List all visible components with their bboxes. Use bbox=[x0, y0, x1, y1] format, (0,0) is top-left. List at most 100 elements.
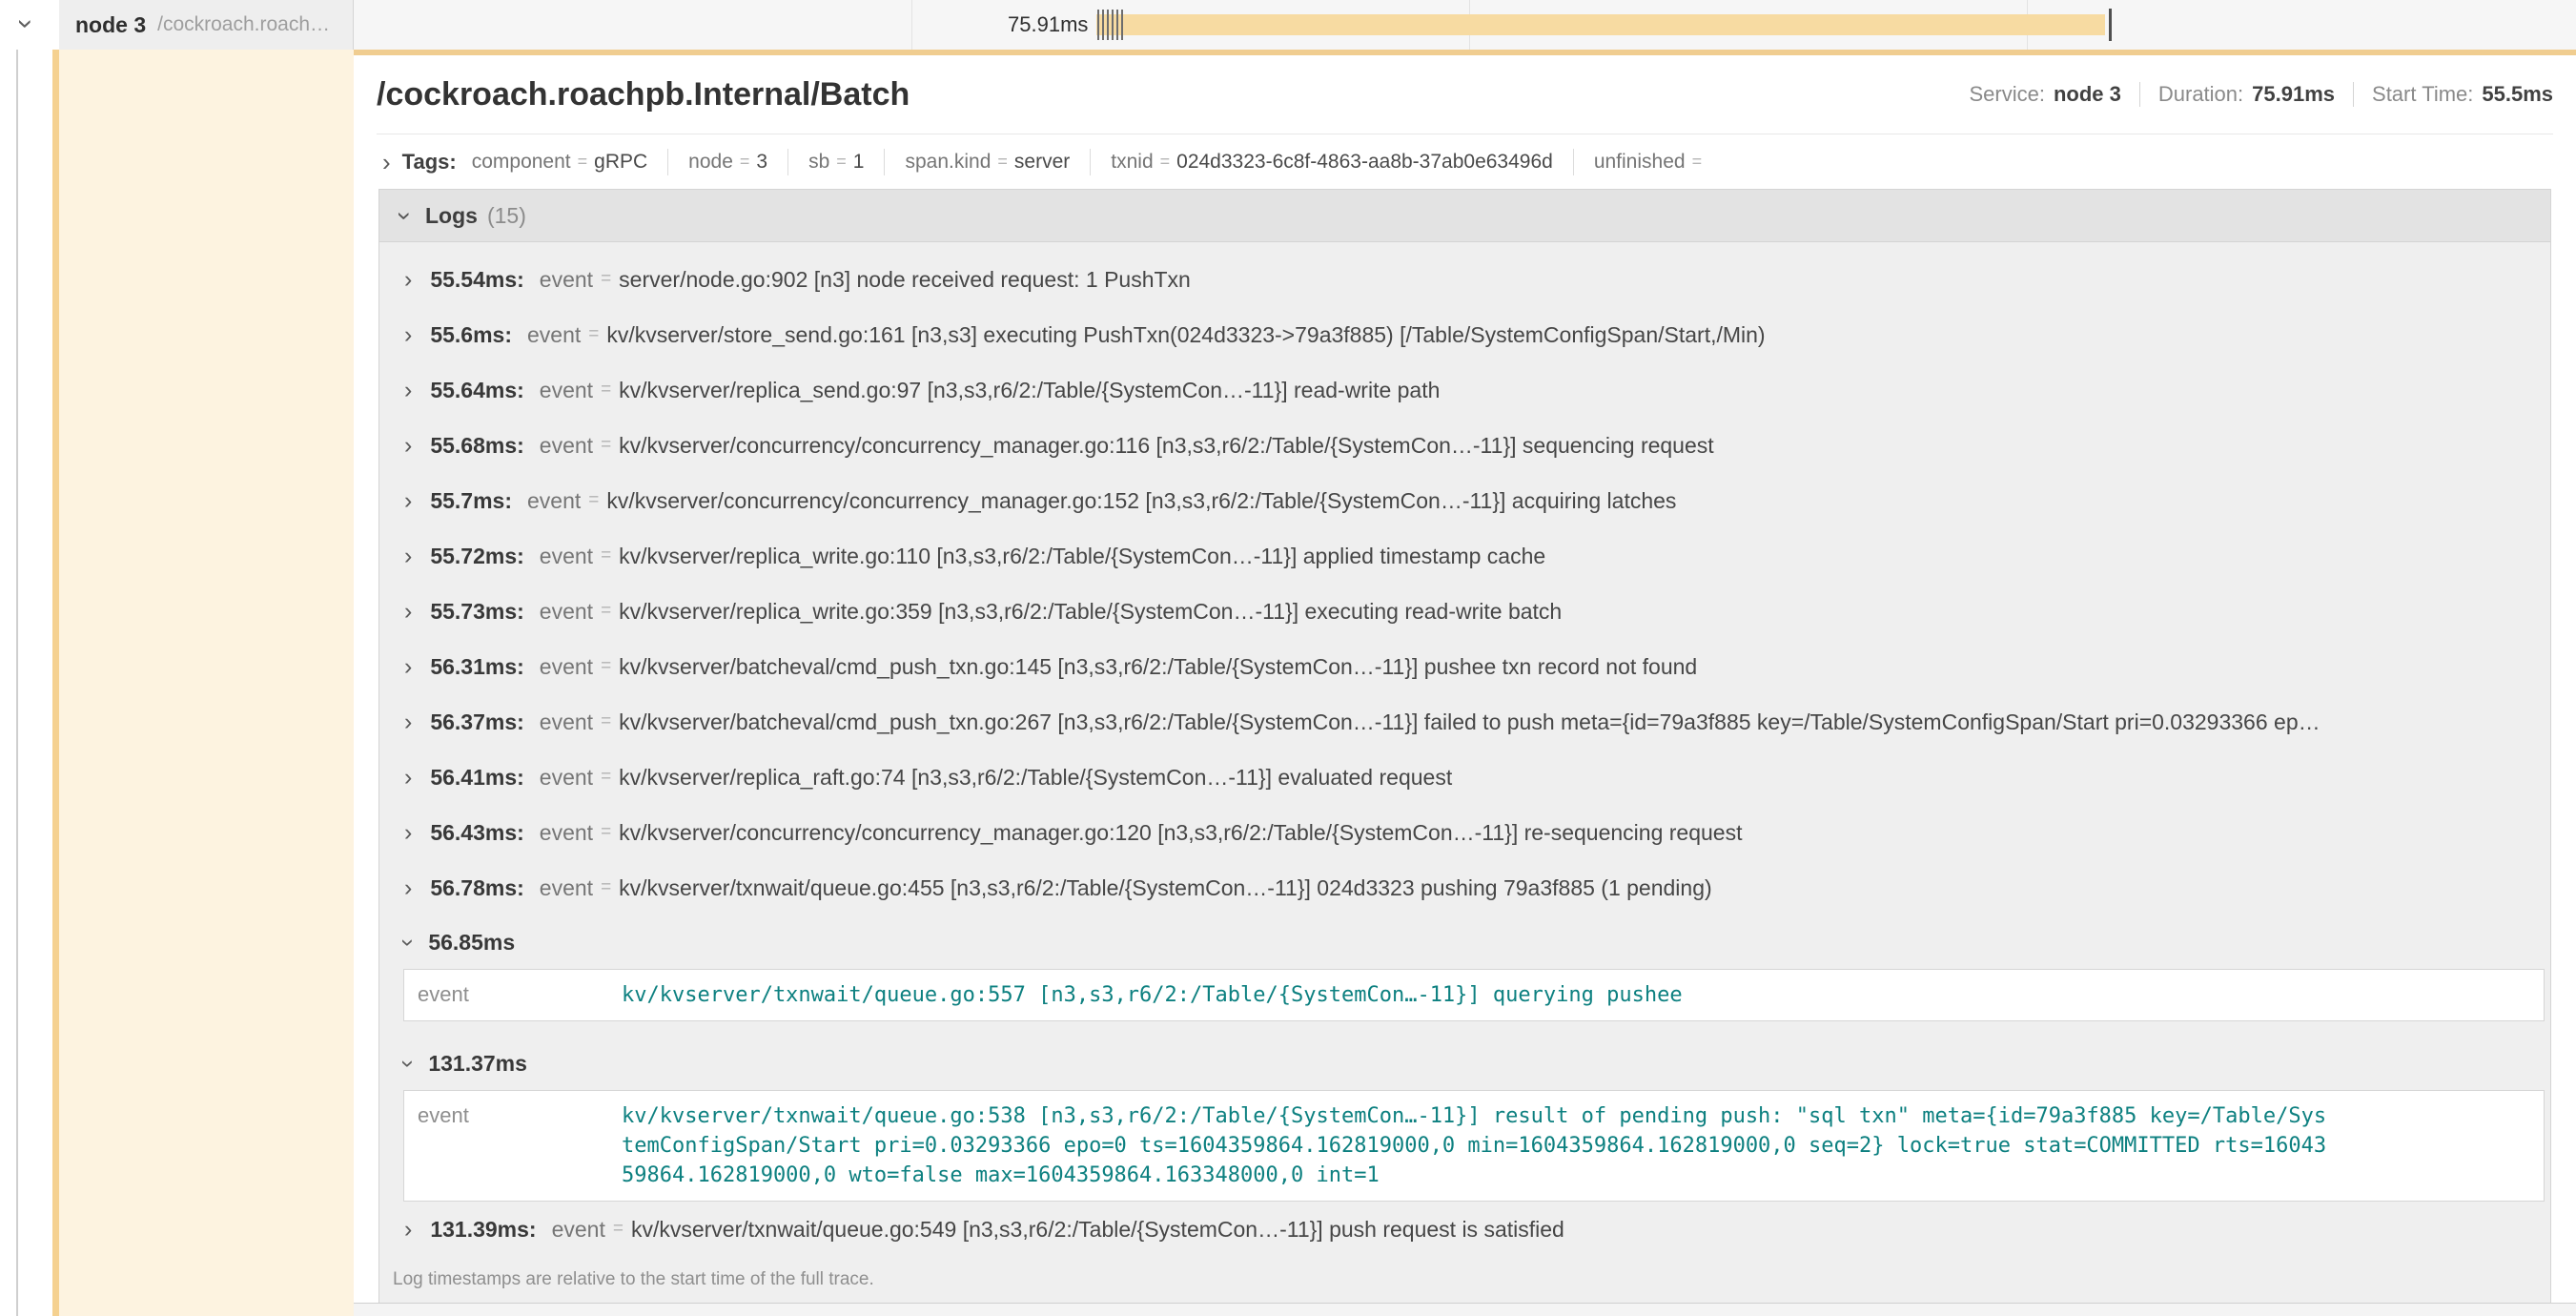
tag-item: sb = 1 bbox=[808, 151, 864, 174]
logs-accordion-header[interactable]: › Logs (15) bbox=[379, 190, 2550, 242]
log-key: event bbox=[540, 654, 593, 680]
tag-value: 1 bbox=[853, 151, 865, 174]
log-row[interactable]: › 55.6ms: event = kv/kvserver/store_send… bbox=[379, 307, 2550, 362]
duration-label: Duration: bbox=[2158, 82, 2243, 107]
tag-value: 024d3323-6c8f-4863-aa8b-37ab0e63496d bbox=[1176, 151, 1553, 174]
span-duration-label: 75.91ms bbox=[1008, 0, 1088, 50]
log-value: kv/kvserver/txnwait/queue.go:455 [n3,s3,… bbox=[619, 875, 1712, 901]
log-entry-header[interactable]: › 56.85ms bbox=[379, 915, 2550, 969]
log-timestamp: 55.68ms: bbox=[430, 433, 523, 459]
log-key: event bbox=[540, 433, 593, 459]
chevron-right-icon: › bbox=[404, 434, 412, 458]
vertical-scroll-divider bbox=[16, 42, 18, 1316]
log-field-key: event bbox=[418, 1101, 622, 1190]
span-color-stripe bbox=[52, 0, 59, 1316]
spacer bbox=[379, 1021, 2550, 1037]
span-title: /cockroach.roachpb.Internal/Batch bbox=[377, 76, 910, 113]
log-key: event bbox=[552, 1217, 605, 1243]
span-detail-header: /cockroach.roachpb.Internal/Batch Servic… bbox=[377, 55, 2553, 134]
span-row[interactable]: › node 3 /cockroach.roach… 75.91ms bbox=[0, 0, 2576, 50]
tag-value: gRPC bbox=[594, 151, 647, 174]
panel-bottom-gutter bbox=[354, 1304, 2576, 1316]
log-value: server/node.go:902 [n3] node received re… bbox=[619, 267, 1191, 293]
service-value: node 3 bbox=[2054, 82, 2121, 107]
tag-key: unfinished bbox=[1594, 151, 1686, 174]
tags-label: Tags: bbox=[402, 150, 457, 175]
tag-item: node = 3 bbox=[688, 151, 767, 174]
logs-title: Logs bbox=[425, 203, 478, 229]
log-value: kv/kvserver/concurrency/concurrency_mana… bbox=[619, 820, 1742, 846]
log-row[interactable]: › 56.31ms: event = kv/kvserver/batcheval… bbox=[379, 639, 2550, 694]
tags-accordion-header[interactable]: › Tags: component = gRPC node = 3 sb = 1… bbox=[354, 134, 2576, 189]
selected-span-name-column bbox=[59, 50, 354, 1316]
equals-sign: = bbox=[601, 380, 611, 401]
tag-key: span.kind bbox=[905, 151, 991, 174]
log-field-value: kv/kvserver/txnwait/queue.go:538 [n3,s3,… bbox=[622, 1101, 2328, 1190]
log-row[interactable]: › 131.39ms: event = kv/kvserver/txnwait/… bbox=[379, 1202, 2550, 1257]
chevron-right-icon: › bbox=[404, 379, 412, 402]
log-marker-tick bbox=[1107, 10, 1109, 40]
log-timestamp: 55.54ms: bbox=[430, 267, 523, 293]
start-time-value: 55.5ms bbox=[2482, 82, 2553, 107]
log-key: event bbox=[540, 820, 593, 846]
log-timestamp: 55.7ms: bbox=[430, 488, 512, 514]
log-value: kv/kvserver/replica_raft.go:74 [n3,s3,r6… bbox=[619, 765, 1452, 791]
equals-sign: = bbox=[997, 152, 1008, 172]
log-key: event bbox=[540, 267, 593, 293]
span-name-cell[interactable]: node 3 /cockroach.roach… bbox=[59, 0, 354, 50]
log-value: kv/kvserver/txnwait/queue.go:549 [n3,s3,… bbox=[631, 1217, 1564, 1243]
equals-sign: = bbox=[601, 877, 611, 898]
span-detail-panel: /cockroach.roachpb.Internal/Batch Servic… bbox=[354, 50, 2576, 1304]
log-row[interactable]: › 55.73ms: event = kv/kvserver/replica_w… bbox=[379, 584, 2550, 639]
log-value: kv/kvserver/batcheval/cmd_push_txn.go:26… bbox=[619, 709, 2320, 735]
tag-item: txnid = 024d3323-6c8f-4863-aa8b-37ab0e63… bbox=[1111, 151, 1553, 174]
logs-count: (15) bbox=[487, 203, 526, 229]
log-timestamp: 56.31ms: bbox=[430, 654, 523, 680]
tag-key: sb bbox=[808, 151, 829, 174]
chevron-right-icon: › bbox=[404, 323, 412, 347]
equals-sign: = bbox=[588, 490, 599, 511]
span-duration-bar[interactable] bbox=[1096, 14, 2105, 35]
log-timestamp: 56.41ms: bbox=[430, 765, 523, 791]
log-row[interactable]: › 55.64ms: event = kv/kvserver/replica_s… bbox=[379, 362, 2550, 418]
log-field-key: event bbox=[418, 980, 622, 1010]
log-row[interactable]: › 56.43ms: event = kv/kvserver/concurren… bbox=[379, 805, 2550, 860]
chevron-down-icon[interactable]: › bbox=[11, 19, 40, 29]
chevron-right-icon: › bbox=[404, 545, 412, 568]
log-entry-expanded: › 56.85ms event kv/kvserver/txnwait/queu… bbox=[379, 915, 2550, 1021]
log-row[interactable]: › 55.54ms: event = server/node.go:902 [n… bbox=[379, 252, 2550, 307]
log-row[interactable]: › 55.7ms: event = kv/kvserver/concurrenc… bbox=[379, 473, 2550, 528]
chevron-right-icon: › bbox=[404, 268, 412, 292]
log-timestamp: 56.85ms bbox=[428, 930, 515, 956]
start-time-label: Start Time: bbox=[2372, 82, 2473, 107]
log-key: event bbox=[540, 709, 593, 735]
duration-value: 75.91ms bbox=[2252, 82, 2335, 107]
divider bbox=[667, 149, 668, 175]
chevron-right-icon: › bbox=[404, 821, 412, 845]
chevron-right-icon: › bbox=[404, 600, 412, 624]
tag-key: node bbox=[688, 151, 733, 174]
divider bbox=[2353, 82, 2354, 107]
equals-sign: = bbox=[1160, 152, 1171, 172]
log-row[interactable]: › 56.41ms: event = kv/kvserver/replica_r… bbox=[379, 750, 2550, 805]
log-timestamp: 56.43ms: bbox=[430, 820, 523, 846]
log-timestamp: 56.78ms: bbox=[430, 875, 523, 901]
log-entry-header[interactable]: › 131.37ms bbox=[379, 1037, 2550, 1090]
divider bbox=[1573, 149, 1574, 175]
divider bbox=[1090, 149, 1091, 175]
log-timestamp: 55.73ms: bbox=[430, 599, 523, 625]
log-row[interactable]: › 56.37ms: event = kv/kvserver/batcheval… bbox=[379, 694, 2550, 750]
log-row[interactable]: › 56.78ms: event = kv/kvserver/txnwait/q… bbox=[379, 860, 2550, 915]
tag-item: span.kind = server bbox=[905, 151, 1070, 174]
equals-sign: = bbox=[601, 601, 611, 622]
log-value: kv/kvserver/store_send.go:161 [n3,s3] ex… bbox=[606, 322, 1765, 348]
log-row[interactable]: › 55.72ms: event = kv/kvserver/replica_w… bbox=[379, 528, 2550, 584]
span-timeline[interactable]: 75.91ms bbox=[354, 0, 2576, 50]
equals-sign: = bbox=[601, 767, 611, 788]
logs-accordion: › Logs (15) › 55.54ms: event = server/no… bbox=[378, 189, 2551, 1304]
span-service-name: node 3 bbox=[75, 12, 146, 38]
chevron-right-icon: › bbox=[404, 489, 412, 513]
span-overview: Service: node 3 Duration: 75.91ms Start … bbox=[1969, 82, 2553, 107]
tag-item: component = gRPC bbox=[472, 151, 647, 174]
log-row[interactable]: › 55.68ms: event = kv/kvserver/concurren… bbox=[379, 418, 2550, 473]
